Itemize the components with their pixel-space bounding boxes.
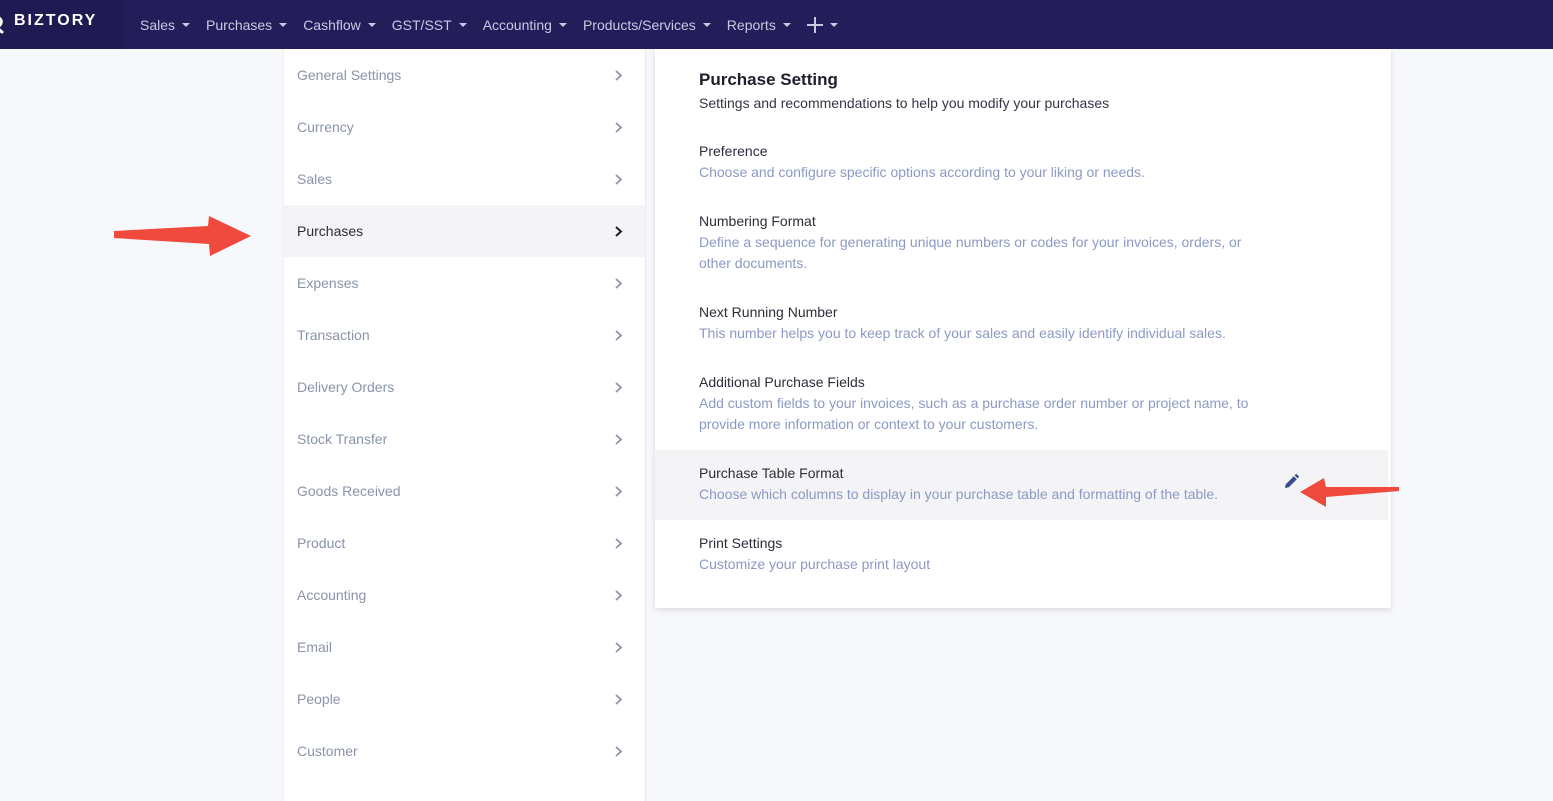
menu-item-label: General Settings	[297, 67, 402, 83]
setting-description: This number helps you to keep track of y…	[699, 325, 1226, 341]
annotation-arrow-right-icon	[114, 216, 251, 256]
menu-item-accounting[interactable]: Accounting	[284, 569, 645, 621]
page-title: Purchase Setting	[699, 70, 838, 89]
nav-products-services[interactable]: Products/Services	[575, 0, 719, 49]
chevron-down-icon	[182, 23, 191, 27]
nav-purchases-label: Purchases	[206, 16, 273, 33]
chevron-down-icon	[558, 23, 567, 27]
setting-description: Choose which columns to display in your …	[699, 486, 1219, 502]
menu-item-people[interactable]: People	[284, 673, 645, 725]
nav-accounting-label: Accounting	[482, 16, 552, 33]
chevron-right-icon	[615, 694, 623, 705]
menu-item-label: People	[297, 691, 341, 707]
chevron-down-icon	[279, 23, 288, 27]
menu-item-goods-received[interactable]: Goods Received	[284, 465, 645, 517]
top-navbar: BIZTORY Sales Purchases Cashflow GST/SST…	[0, 0, 1553, 49]
menu-item-email[interactable]: Email	[284, 621, 645, 673]
chevron-right-icon	[615, 746, 623, 757]
menu-item-label: Sales	[297, 171, 333, 187]
menu-item-label: Stock Transfer	[297, 431, 388, 447]
brand-name: BIZTORY	[14, 12, 98, 29]
menu-item-transaction[interactable]: Transaction	[284, 309, 645, 361]
menu-item-general-settings[interactable]: General Settings	[284, 49, 645, 101]
menu-item-label: Email	[297, 639, 333, 655]
chevron-down-icon	[458, 23, 467, 27]
chevron-right-icon	[615, 226, 623, 237]
setting-additional-purchase-fields[interactable]: Additional Purchase Fields Add custom fi…	[655, 372, 1388, 442]
nav-gst-sst[interactable]: GST/SST	[384, 0, 475, 49]
plus-icon	[806, 16, 823, 33]
logo-mark-icon	[0, 16, 4, 34]
menu-item-label: Currency	[297, 119, 354, 135]
purchase-setting-panel: Purchase Setting Settings and recommenda…	[655, 49, 1391, 608]
setting-print-settings[interactable]: Print Settings Customize your purchase p…	[655, 533, 1388, 581]
chevron-right-icon	[615, 174, 623, 185]
chevron-right-icon	[615, 590, 623, 601]
menu-item-label: Delivery Orders	[297, 379, 395, 395]
setting-description: Add custom fields to your invoices, such…	[699, 395, 1249, 432]
nav-cashflow-label: Cashflow	[303, 16, 361, 33]
chevron-right-icon	[615, 538, 623, 549]
setting-title: Preference	[699, 143, 768, 159]
nav-add-button[interactable]	[799, 0, 846, 49]
chevron-down-icon	[829, 23, 838, 27]
nav-reports-label: Reports	[726, 16, 776, 33]
page-subtitle: Settings and recommendations to help you…	[699, 95, 1110, 111]
setting-title: Additional Purchase Fields	[699, 374, 865, 390]
menu-item-product[interactable]: Product	[284, 517, 645, 569]
chevron-down-icon	[367, 23, 376, 27]
menu-item-customer[interactable]: Customer	[284, 725, 645, 777]
setting-title: Next Running Number	[699, 304, 838, 320]
nav-accounting[interactable]: Accounting	[475, 0, 575, 49]
annotation-arrow-left-icon	[1300, 478, 1399, 507]
chevron-right-icon	[615, 382, 623, 393]
chevron-right-icon	[615, 434, 623, 445]
chevron-right-icon	[615, 486, 623, 497]
setting-description: Choose and configure specific options ac…	[699, 164, 1145, 180]
menu-item-sales[interactable]: Sales	[284, 153, 645, 205]
menu-item-label: Expenses	[297, 275, 359, 291]
menu-item-label: Purchases	[297, 223, 364, 239]
nav-products-services-label: Products/Services	[582, 16, 696, 33]
setting-preference[interactable]: Preference Choose and configure specific…	[655, 141, 1388, 189]
chevron-right-icon	[615, 278, 623, 289]
setting-purchase-table-format[interactable]: Purchase Table Format Choose which colum…	[655, 450, 1388, 520]
menu-item-expenses[interactable]: Expenses	[284, 257, 645, 309]
brand-logo[interactable]: BIZTORY	[0, 0, 124, 49]
menu-item-stock-transfer[interactable]: Stock Transfer	[284, 413, 645, 465]
menu-item-delivery-orders[interactable]: Delivery Orders	[284, 361, 645, 413]
chevron-down-icon	[702, 23, 711, 27]
menu-item-label: Accounting	[297, 587, 367, 603]
menu-item-currency[interactable]: Currency	[284, 101, 645, 153]
nav-reports[interactable]: Reports	[719, 0, 799, 49]
setting-title: Print Settings	[699, 535, 783, 551]
setting-numbering-format[interactable]: Numbering Format Define a sequence for g…	[655, 211, 1388, 281]
chevron-right-icon	[615, 330, 623, 341]
setting-description: Customize your purchase print layout	[699, 556, 931, 572]
nav-purchases[interactable]: Purchases	[198, 0, 295, 49]
nav-sales-label: Sales	[140, 16, 176, 33]
nav-sales[interactable]: Sales	[132, 0, 198, 49]
nav-gst-sst-label: GST/SST	[391, 16, 452, 33]
chevron-right-icon	[615, 70, 623, 81]
nav-cashflow[interactable]: Cashflow	[295, 0, 384, 49]
setting-next-running-number[interactable]: Next Running Number This number helps yo…	[655, 302, 1388, 350]
setting-description: Define a sequence for generating unique …	[699, 234, 1242, 271]
main-nav: Sales Purchases Cashflow GST/SST Account…	[132, 0, 846, 49]
menu-item-label: Transaction	[297, 327, 370, 343]
settings-menu: General Settings Currency Sales Purchase…	[283, 49, 646, 801]
chevron-right-icon	[615, 642, 623, 653]
chevron-down-icon	[782, 23, 791, 27]
setting-title: Numbering Format	[699, 213, 816, 229]
menu-item-label: Goods Received	[297, 483, 401, 499]
menu-item-label: Customer	[297, 743, 358, 759]
menu-item-label: Product	[297, 535, 346, 551]
menu-item-purchases[interactable]: Purchases	[284, 205, 645, 257]
chevron-right-icon	[615, 122, 623, 133]
